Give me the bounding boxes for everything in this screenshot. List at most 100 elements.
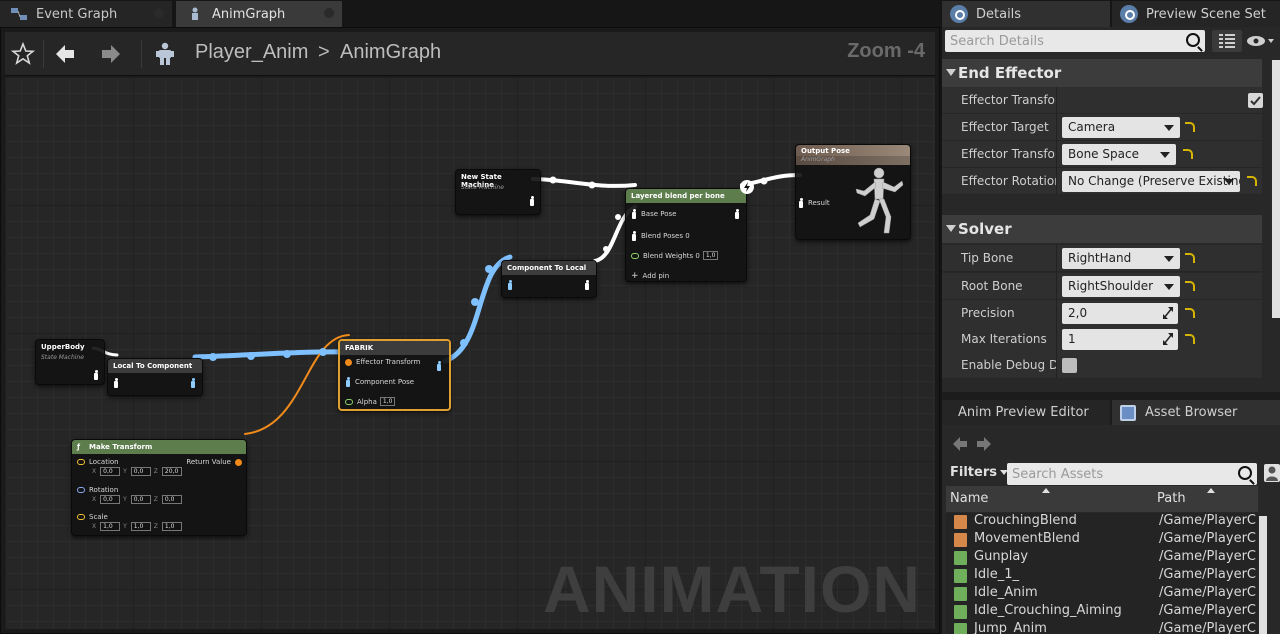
add-pin-button[interactable]: + Add pin	[631, 271, 669, 281]
asset-row[interactable]: MovementBlend /Game/PlayerCh	[946, 531, 1258, 549]
search-icon	[1238, 466, 1252, 480]
tab-anim-preview-editor[interactable]: Anim Preview Editor	[942, 400, 1110, 425]
asset-row[interactable]: Jump_Anim /Game/PlayerCh	[946, 621, 1258, 634]
pose-input-pin[interactable]	[507, 280, 517, 290]
skeleton-icon	[147, 38, 183, 70]
details-search-input[interactable]	[945, 30, 1181, 52]
location-y[interactable]: 0,0	[130, 467, 151, 476]
filters-button[interactable]: Filters	[950, 465, 1008, 480]
reset-to-default-icon[interactable]	[1185, 308, 1195, 318]
location-z[interactable]: 20,0	[161, 467, 182, 476]
node-layered-blend-per-bone[interactable]: Layered blend per bone Base Pose Blend P…	[625, 188, 747, 282]
asset-row[interactable]: Idle_1_ /Game/PlayerCh	[946, 567, 1258, 585]
reset-to-default-icon[interactable]	[1247, 176, 1257, 186]
close-icon[interactable]	[154, 8, 164, 18]
node-fabrik[interactable]: FABRIK Effector Transform Component Pose…	[338, 339, 451, 411]
pose-input-pin[interactable]	[113, 378, 123, 388]
pose-output-pin[interactable]	[584, 280, 594, 290]
reset-to-default-icon[interactable]	[1185, 281, 1195, 291]
tab-preview-scene-settings[interactable]: Preview Scene Set	[1112, 1, 1280, 27]
details-scrollbar[interactable]	[1272, 60, 1280, 318]
section-solver[interactable]: Solver	[942, 215, 1262, 243]
effector-transform-checkbox[interactable]	[1248, 93, 1263, 108]
details-search[interactable]	[945, 30, 1205, 52]
node-new-state-machine[interactable]: New State Machine State Machine	[455, 169, 541, 215]
asset-search-input[interactable]	[1007, 463, 1235, 485]
effector-transform-space-dropdown[interactable]: Bone Space	[1062, 144, 1176, 165]
root-bone-dropdown[interactable]: RightShoulder	[1062, 276, 1180, 297]
reset-to-default-icon[interactable]	[1185, 253, 1195, 263]
rotation-y[interactable]: 0,0	[130, 495, 151, 504]
pose-output-pin[interactable]	[529, 196, 539, 206]
blendspace-icon	[954, 533, 967, 547]
node-upperbody-state-machine[interactable]: UpperBody State Machine	[35, 339, 105, 385]
view-options-button[interactable]	[1246, 33, 1276, 51]
asset-row[interactable]: CrouchingBlend /Game/PlayerCh	[946, 513, 1258, 531]
scale-y[interactable]: 1,0	[130, 522, 151, 531]
result-pin[interactable]: Result	[798, 198, 830, 208]
tab-details[interactable]: Details	[942, 1, 1110, 27]
asset-row[interactable]: Idle_Anim /Game/PlayerCh	[946, 585, 1258, 603]
sort-arrow-icon	[1042, 488, 1050, 493]
rotation-pin[interactable]: Rotation	[77, 486, 118, 494]
rotation-z[interactable]: 0,0	[161, 495, 182, 504]
effector-target-dropdown[interactable]: Camera	[1062, 117, 1180, 138]
arrow-left-icon[interactable]	[952, 436, 968, 452]
arrow-right-icon[interactable]	[976, 436, 992, 452]
tab-animgraph[interactable]: AnimGraph	[176, 1, 342, 27]
reset-to-default-icon[interactable]	[1183, 149, 1193, 159]
node-local-to-component[interactable]: Local To Component	[107, 358, 203, 396]
enable-debug-draw-checkbox[interactable]	[1062, 358, 1077, 373]
effector-transform-pin[interactable]: Effector Transform	[345, 358, 420, 366]
pose-output-pin[interactable]	[93, 370, 103, 380]
precision-input[interactable]: 2,0	[1062, 303, 1178, 324]
rotation-x[interactable]: 0,0	[100, 495, 121, 504]
blend-weights-value[interactable]: 1,0	[702, 251, 719, 260]
pose-output-pin[interactable]	[734, 209, 744, 219]
pose-output-pin[interactable]	[190, 378, 200, 388]
separator	[141, 40, 142, 68]
node-make-transform[interactable]: ƒ Make Transform Return Value Location X…	[71, 439, 247, 536]
favorite-button[interactable]	[5, 38, 41, 70]
back-button[interactable]	[47, 38, 83, 70]
asset-scrollbar[interactable]	[1259, 516, 1267, 634]
anim-graph-canvas[interactable]: ANIMATION New State Machine State Machin…	[5, 77, 935, 629]
scale-x[interactable]: 1,0	[100, 522, 121, 531]
section-end-effector[interactable]: End Effector	[942, 59, 1262, 87]
return-value-pin[interactable]: Return Value	[186, 458, 242, 466]
blend-poses-pin[interactable]: Blend Poses 0	[631, 231, 690, 241]
reset-to-default-icon[interactable]	[1185, 334, 1195, 344]
column-name[interactable]: Name	[950, 491, 988, 506]
pose-output-pin[interactable]	[436, 361, 446, 371]
close-icon[interactable]	[324, 8, 334, 18]
breadcrumb-graph[interactable]: AnimGraph	[340, 41, 441, 64]
base-pose-pin[interactable]: Base Pose	[631, 209, 676, 219]
reset-to-default-icon[interactable]	[1185, 122, 1195, 132]
user-icon[interactable]	[1264, 464, 1280, 482]
scale-z[interactable]: 1,0	[161, 522, 182, 531]
tab-event-graph[interactable]: Event Graph	[0, 1, 172, 27]
details-panel: End Effector Effector Transform Effector…	[942, 27, 1280, 392]
node-component-to-local[interactable]: Component To Local	[501, 260, 597, 298]
alpha-value[interactable]: 1,0	[379, 397, 396, 406]
location-pin[interactable]: Location	[77, 458, 119, 466]
asset-row[interactable]: Gunplay /Game/PlayerCh	[946, 549, 1258, 567]
blend-weights-pin[interactable]: Blend Weights 0 1,0	[631, 251, 719, 260]
separator	[43, 40, 44, 68]
tip-bone-dropdown[interactable]: RightHand	[1062, 248, 1180, 269]
breadcrumb-asset[interactable]: Player_Anim	[195, 41, 308, 64]
asset-row[interactable]: Idle_Crouching_Aiming /Game/PlayerCh	[946, 603, 1258, 621]
scale-pin[interactable]: Scale	[77, 513, 108, 521]
location-x[interactable]: 0,0	[100, 467, 121, 476]
node-output-pose[interactable]: Output Pose AnimGraph Result	[795, 144, 911, 240]
effector-rotation-source-dropdown[interactable]: No Change (Preserve Existing	[1062, 171, 1240, 192]
column-path[interactable]: Path	[1157, 491, 1186, 506]
alpha-pin[interactable]: Alpha 1,0	[345, 397, 396, 406]
max-iterations-input[interactable]: 1	[1062, 329, 1178, 350]
scale-fields: X 1,0 Y 1,0 Z 1,0	[92, 522, 182, 531]
tab-asset-browser[interactable]: Asset Browser	[1112, 400, 1280, 425]
asset-search[interactable]	[1007, 463, 1257, 485]
component-pose-pin[interactable]: Component Pose	[345, 377, 414, 387]
property-matrix-button[interactable]	[1212, 30, 1242, 52]
forward-button[interactable]	[93, 38, 129, 70]
